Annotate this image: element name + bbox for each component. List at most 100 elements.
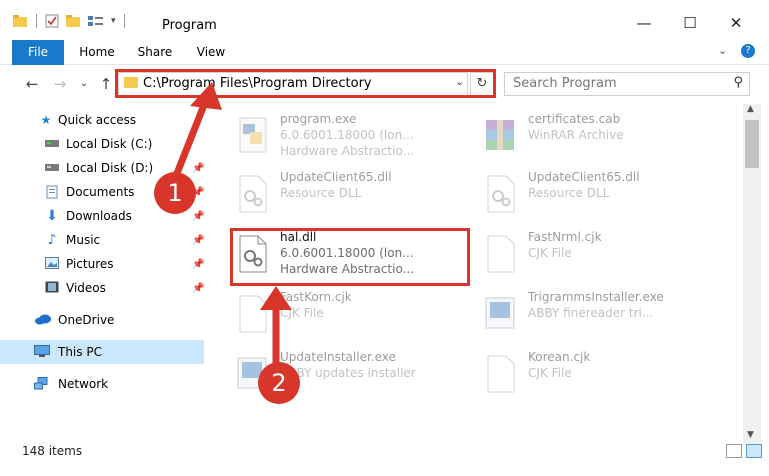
scroll-down-icon[interactable]: ▼ [747, 430, 754, 440]
customize-toolbar-chevron-icon[interactable]: ▾ [111, 16, 116, 26]
new-folder-icon[interactable] [65, 14, 81, 28]
item-count: 148 items [22, 444, 83, 458]
file-detail: WinRAR Archive [528, 128, 624, 142]
videos-icon [44, 281, 60, 295]
file-detail: CJK File [528, 366, 572, 380]
file-detail: 6.0.6001.18000 (lon... [280, 128, 414, 142]
drive-icon [44, 137, 60, 151]
details-view-icon[interactable] [726, 444, 742, 458]
sidebar-item-label: Quick access [58, 113, 137, 127]
documents-icon [44, 185, 60, 199]
sidebar-item-label: Local Disk (D:) [66, 161, 154, 175]
file-item[interactable]: certificates.cab WinRAR Archive [482, 110, 714, 166]
pin-icon[interactable]: 📌 [192, 235, 204, 246]
archive-file-icon [486, 120, 514, 150]
sidebar-item-label: Documents [66, 185, 135, 199]
view-options-icon[interactable] [87, 14, 105, 28]
network-icon [34, 377, 50, 391]
file-detail: Resource DLL [280, 186, 362, 200]
file-name: TrigrammsInstaller.exe [528, 290, 664, 304]
sidebar-item-label: OneDrive [58, 313, 115, 327]
file-item[interactable]: UpdateClient65.dll Resource DLL [234, 168, 466, 224]
file-detail: Resource DLL [528, 186, 610, 200]
sidebar-item-label: This PC [58, 345, 102, 359]
sidebar-item-videos[interactable]: Videos 📌 [0, 276, 204, 300]
dll-file-icon [487, 175, 515, 213]
exe-file-icon [239, 117, 267, 153]
title-bar: ▾ Program — ☐ ✕ [0, 0, 769, 40]
sidebar-item-onedrive[interactable]: OneDrive [0, 308, 204, 332]
minimize-button[interactable]: — [621, 8, 667, 38]
address-row: ← → ⌄ ↑ C:\Program Files\Program Directo… [0, 65, 769, 103]
pictures-icon [44, 257, 60, 271]
file-name: certificates.cab [528, 112, 621, 126]
close-button[interactable]: ✕ [713, 8, 759, 38]
sidebar-item-this-pc[interactable]: This PC [0, 340, 204, 364]
downloads-icon: ⬇ [46, 208, 58, 224]
quick-access-toolbar: ▾ [12, 14, 127, 28]
sidebar-item-music[interactable]: ♪ Music 📌 [0, 228, 205, 252]
tab-home[interactable]: Home [74, 40, 120, 64]
blank-file-icon [487, 355, 515, 393]
divider [36, 14, 37, 28]
expand-ribbon-chevron-icon[interactable]: ⌄ [718, 44, 727, 57]
file-name: FastNrml.cjk [528, 230, 602, 244]
music-icon: ♪ [47, 232, 57, 248]
maximize-button[interactable]: ☐ [667, 8, 713, 38]
explorer-window: ▾ Program — ☐ ✕ File Home Share View ⌄ ?… [0, 0, 769, 476]
sidebar-item-network[interactable]: Network [0, 372, 204, 396]
dll-file-icon [239, 175, 267, 213]
search-box[interactable]: Search Program ⚲ [504, 72, 750, 96]
folder-icon [13, 15, 27, 27]
drive-icon [44, 161, 60, 175]
pc-icon [34, 345, 50, 359]
callout-badge: 2 [258, 362, 300, 404]
file-name: UpdateClient65.dll [528, 170, 640, 184]
file-name: UpdateClient65.dll [280, 170, 392, 184]
hal-dll-highlight-box [230, 228, 470, 286]
status-bar: 148 items [0, 444, 769, 476]
large-icons-view-icon[interactable] [746, 444, 762, 458]
search-icon[interactable]: ⚲ [733, 75, 743, 90]
cloud-icon [34, 313, 51, 327]
window-title: Program [162, 18, 217, 33]
sidebar-item-pictures[interactable]: Pictures 📌 [0, 252, 204, 276]
sidebar-item-label: Local Disk (C:) [66, 137, 153, 151]
pin-icon[interactable]: 📌 [192, 211, 204, 222]
file-item[interactable]: UpdateClient65.dll Resource DLL [482, 168, 714, 224]
up-button[interactable]: ↑ [96, 75, 116, 93]
callout-badge: 1 [154, 172, 196, 214]
blank-file-icon [487, 235, 515, 273]
tab-view[interactable]: View [188, 40, 234, 64]
installer-file-icon [485, 297, 515, 329]
file-detail: CJK File [528, 246, 572, 260]
sidebar-item-label: Videos [66, 281, 106, 295]
ribbon-tabs: File Home Share View ⌄ ? [0, 40, 769, 96]
file-name: program.exe [280, 112, 357, 126]
vertical-scrollbar[interactable]: ▲ ▼ [743, 104, 761, 444]
properties-icon[interactable] [45, 14, 59, 28]
file-item[interactable]: Korean.cjk CJK File [482, 348, 714, 404]
search-input[interactable]: Search Program [513, 76, 617, 91]
file-detail: Hardware Abstractio... [280, 144, 415, 158]
scroll-thumb[interactable] [745, 120, 759, 168]
scroll-up-icon[interactable]: ▲ [747, 104, 754, 114]
file-detail: ABBY finereader tri... [528, 306, 654, 320]
file-name: Korean.cjk [528, 350, 591, 364]
file-item[interactable]: TrigrammsInstaller.exe ABBY finereader t… [482, 288, 714, 344]
recent-locations-chevron-icon[interactable]: ⌄ [74, 78, 94, 89]
tab-share[interactable]: Share [132, 40, 178, 64]
back-button[interactable]: ← [22, 75, 42, 93]
sidebar-item-label: Network [58, 377, 109, 391]
divider [123, 14, 125, 28]
sidebar-item-label: Music [66, 233, 101, 247]
help-icon[interactable]: ? [741, 44, 755, 58]
forward-button[interactable]: → [50, 75, 70, 93]
star-icon: ★ [40, 113, 52, 127]
file-item[interactable]: FastNrml.cjk CJK File [482, 228, 714, 284]
pin-icon[interactable]: 📌 [192, 283, 204, 294]
file-detail: ABBY updates installer [280, 366, 416, 380]
file-item[interactable]: program.exe 6.0.6001.18000 (lon... Hardw… [234, 110, 466, 166]
pin-icon[interactable]: 📌 [192, 259, 204, 270]
sidebar-item-label: Pictures [66, 257, 114, 271]
